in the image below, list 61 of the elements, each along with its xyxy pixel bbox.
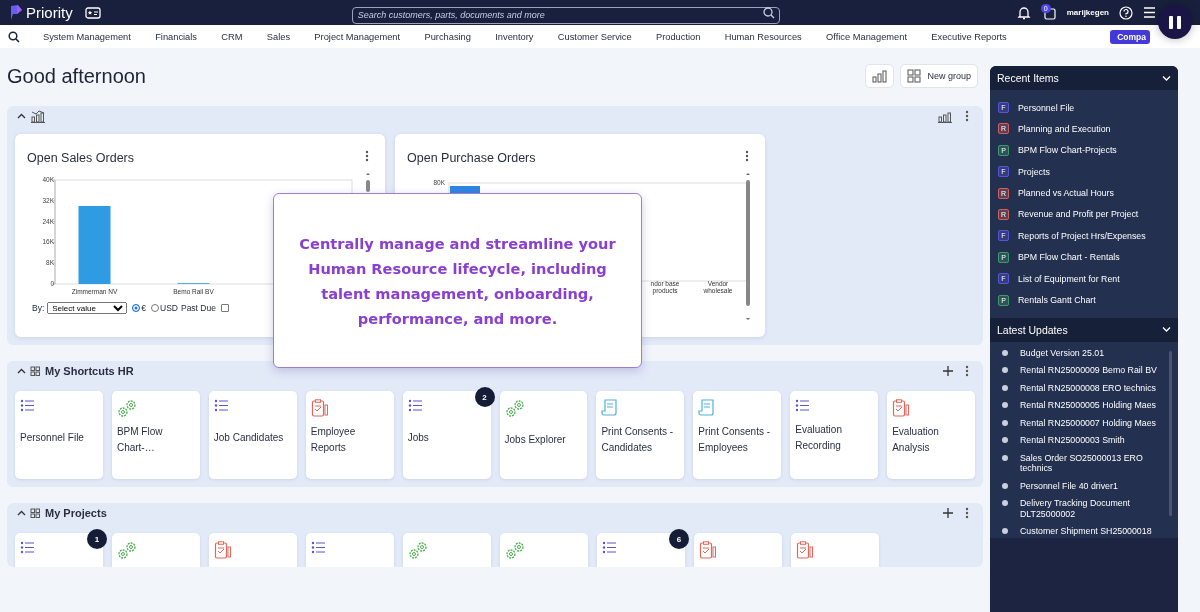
update-item[interactable]: Rental RN25000005 Holding Maes: [998, 400, 1169, 411]
update-item[interactable]: Rental RN25000009 Bemo Rail BV: [998, 365, 1169, 376]
shortcut-tile[interactable]: Print Consents - Candidates: [596, 391, 685, 479]
count-badge: 1: [87, 529, 107, 549]
shortcut-tile[interactable]: Evaluation Recording: [790, 391, 879, 479]
shortcut-tile[interactable]: Job Candidates: [208, 391, 297, 479]
menu-item[interactable]: CRM: [221, 31, 243, 42]
tile-label: BPM Flow Chart-…: [116, 425, 164, 455]
update-item[interactable]: Customer Shipment SH25000018: [998, 526, 1169, 537]
brand-name: Priority: [26, 4, 73, 21]
radio-option[interactable]: USD: [151, 303, 178, 313]
shortcut-tile[interactable]: BPM Flow Chart-…: [111, 391, 200, 479]
panel-title: Latest Updates: [997, 323, 1068, 336]
update-item[interactable]: Rental RN25000007 Holding Maes: [998, 417, 1169, 428]
menu-item[interactable]: Inventory: [495, 31, 534, 42]
popup-message: Centrally manage and streamline your Human Resource lifecycle, including talent management, onboarding, performance, and more.: [298, 233, 617, 329]
count-badge: 2: [474, 387, 495, 407]
shortcut-tile[interactable]: Print Consents - Employees: [693, 391, 782, 479]
tile-label: Print Consents - Candidates: [601, 424, 675, 455]
tile-label: Employee Reports: [310, 425, 357, 455]
menu-item[interactable]: Customer Service: [557, 31, 632, 42]
new-group-button[interactable]: New group: [900, 64, 978, 88]
menu-item[interactable]: Office Management: [826, 31, 907, 42]
update-item[interactable]: Personnel File 40 driver1: [998, 480, 1169, 491]
tile-label: Evaluation Analysis: [892, 425, 940, 455]
search-field[interactable]: Search customers, parts, documents and more: [351, 6, 780, 24]
tile-label: Jobs Explorer: [504, 433, 567, 447]
shortcut-tile[interactable]: Employee Reports: [305, 391, 394, 479]
card-title: Open Purchase Orders: [407, 151, 536, 165]
update-item[interactable]: Delivery Tracking Document DLT25000002: [998, 498, 1169, 519]
section-title: My Shortcuts HR: [45, 365, 134, 377]
greeting: Good afternoon: [7, 64, 146, 88]
filter-label: By:: [32, 303, 45, 313]
update-item[interactable]: Sales Order SO25000013 ERO technics: [998, 452, 1169, 474]
checkbox-label: Past Due: [180, 303, 216, 313]
menu-item[interactable]: Sales: [266, 31, 291, 42]
menu-item[interactable]: Project Management: [314, 31, 401, 42]
section-title: My Projects: [45, 507, 107, 519]
card-title: Open Sales Orders: [27, 151, 134, 165]
menu-item[interactable]: System Management: [43, 31, 131, 42]
select-field[interactable]: Select value: [47, 302, 128, 314]
tile-label: Jobs: [407, 430, 430, 445]
menu-item[interactable]: Executive Reports: [931, 31, 1007, 42]
user-name[interactable]: marijkegen: [1066, 8, 1109, 17]
update-item[interactable]: Rental RN25000003 Smith: [998, 435, 1169, 446]
menu-item[interactable]: Financials: [155, 31, 197, 42]
panel-title: Recent Items: [997, 72, 1059, 84]
count-badge: 6: [669, 529, 689, 549]
update-item[interactable]: Rental RN25000008 ERO technics: [998, 382, 1169, 393]
tile-label: Print Consents - Employees: [698, 424, 772, 455]
menu-item[interactable]: Production: [656, 31, 701, 42]
menu-item[interactable]: Purchasing: [424, 31, 471, 42]
menu-item[interactable]: Human Resources: [724, 31, 802, 42]
tile-label: Personnel File: [20, 430, 85, 445]
shortcut-tile[interactable]: Jobs Explorer: [499, 391, 588, 479]
tile-label: Evaluation Recording: [795, 422, 843, 453]
shortcut-tile[interactable]: Evaluation Analysis: [887, 391, 976, 479]
tile-label: Job Candidates: [213, 430, 285, 445]
company-button[interactable]: Compa: [1110, 29, 1150, 44]
update-item[interactable]: Budget Version 25.01: [998, 347, 1169, 358]
shortcut-tile[interactable]: Personnel File: [15, 391, 103, 479]
